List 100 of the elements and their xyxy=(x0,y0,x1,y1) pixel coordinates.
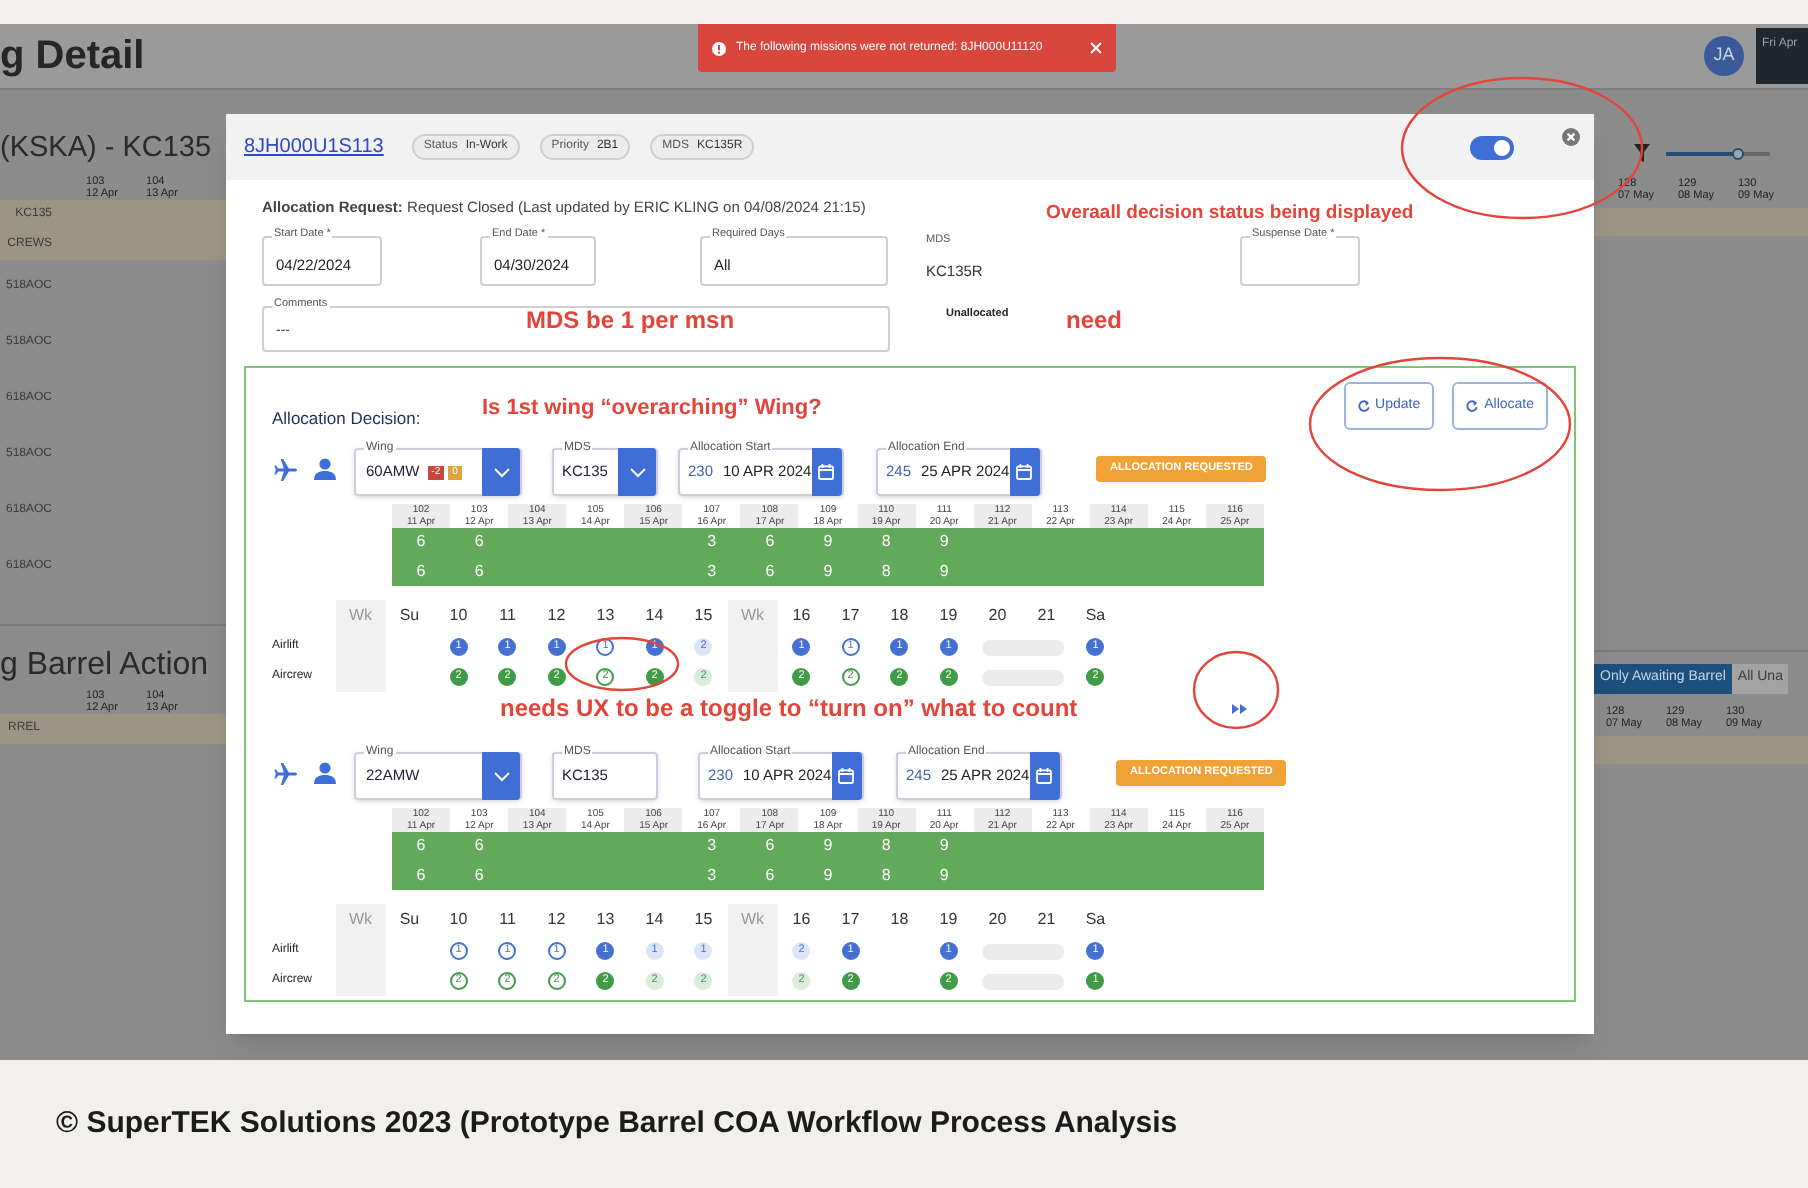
calendar-column-header: 21 xyxy=(1035,908,1058,932)
refresh-icon xyxy=(1357,400,1370,413)
page-title: g Detail xyxy=(0,36,145,76)
chevron-down-icon xyxy=(493,467,509,477)
calendar-column-header: Sa xyxy=(1083,908,1108,932)
calendar-column-header: 17 xyxy=(839,604,862,628)
count-label: 6 xyxy=(416,867,426,884)
calendar-column-header: Wk xyxy=(728,600,777,632)
count-label: 8 xyxy=(881,867,891,884)
calendar-column-header: Wk xyxy=(336,904,385,936)
count-label: 6 xyxy=(416,534,426,551)
count-label: 6 xyxy=(765,534,775,551)
calendar-column-header: 12 xyxy=(545,604,568,628)
close-icon xyxy=(1562,128,1580,146)
calendar-column-header: Sa xyxy=(1083,604,1108,628)
count-label: 6 xyxy=(474,867,484,884)
annotation-note: Overaall decision status being displayed xyxy=(1046,204,1414,223)
count-label: 6 xyxy=(765,838,775,855)
calendar-column-header: 21 xyxy=(1035,604,1058,628)
count-label: 6 xyxy=(416,563,426,580)
calendar-column-header: 14 xyxy=(643,908,666,932)
calendar-column-header: Wk xyxy=(728,904,777,936)
annotation-note: need xyxy=(1066,308,1123,332)
count-label: 6 xyxy=(765,563,775,580)
calendar-column-header: 16 xyxy=(790,604,813,628)
calendar-column-header: 10 xyxy=(447,908,470,932)
calendar-icon xyxy=(838,768,855,784)
dropdown-button[interactable] xyxy=(482,448,520,496)
count-label: 9 xyxy=(823,534,833,551)
slide-caption: © SuperTEK Solutions 2023 (Prototype Barrel COA Workflow Process Analysis xyxy=(56,1103,1178,1144)
calendar-column-header: 13 xyxy=(594,604,617,628)
calendar-column-header: 20 xyxy=(986,604,1009,628)
calendar-column-header: 15 xyxy=(692,908,715,932)
calendar-button[interactable] xyxy=(1029,752,1060,800)
count-label: 6 xyxy=(474,838,484,855)
calendar-column-header: 17 xyxy=(839,908,862,932)
chevron-down-icon xyxy=(629,467,645,477)
calendar-column-header: 20 xyxy=(986,908,1009,932)
calendar-column-header: 11 xyxy=(497,604,518,628)
count-label: 8 xyxy=(881,563,891,580)
count-label: 9 xyxy=(939,838,949,855)
count-label: 3 xyxy=(707,534,717,551)
calendar-icon xyxy=(818,464,835,480)
count-label: 9 xyxy=(939,563,949,580)
calendar-column-header: Su xyxy=(397,908,422,932)
count-label: 6 xyxy=(765,867,775,884)
annotation-note: Is 1st wing “overarching” Wing? xyxy=(482,398,822,420)
airplane-icon xyxy=(274,457,298,481)
annotation-note: MDS be 1 per msn xyxy=(526,308,735,332)
filter-icon xyxy=(1634,144,1650,162)
calendar-column-header: 18 xyxy=(888,908,911,932)
count-label: 8 xyxy=(881,534,891,551)
refresh-icon xyxy=(1466,400,1479,413)
calendar-column-header: 18 xyxy=(888,604,911,628)
calendar-icon xyxy=(1036,768,1053,784)
mission-link[interactable]: 8JH000U1S113 xyxy=(244,132,384,162)
count-label: 9 xyxy=(823,867,833,884)
section-title: (KSKA) - KC135 xyxy=(0,134,212,163)
calendar-button[interactable] xyxy=(831,752,862,800)
annotation-circle xyxy=(564,636,680,692)
count-label: 6 xyxy=(416,838,426,855)
annotation-note: needs UX to be a toggle to “turn on” what to count xyxy=(500,696,1078,720)
calendar-column-header: 14 xyxy=(643,604,666,628)
dropdown-button[interactable] xyxy=(482,752,520,800)
person-icon xyxy=(314,762,336,784)
calendar-button[interactable] xyxy=(1009,448,1040,496)
calendar-column-header: 10 xyxy=(447,604,470,628)
close-icon xyxy=(1090,42,1102,54)
count-label: 9 xyxy=(939,867,949,884)
calendar-icon xyxy=(1016,464,1033,480)
calendar-column-header: 19 xyxy=(937,908,960,932)
calendar-column-header: 12 xyxy=(545,908,568,932)
calendar-column-header: 16 xyxy=(790,908,813,932)
count-label: 6 xyxy=(474,534,484,551)
count-label: 3 xyxy=(707,838,717,855)
calendar-column-header: 11 xyxy=(497,908,518,932)
annotation-circle xyxy=(1192,650,1280,730)
count-label: 6 xyxy=(474,563,484,580)
fast-forward-icon xyxy=(1232,704,1248,714)
count-label: 3 xyxy=(707,563,717,580)
calendar-column-header: Wk xyxy=(336,600,385,632)
calendar-column-header: 19 xyxy=(937,604,960,628)
count-label: 9 xyxy=(939,534,949,551)
count-label: 8 xyxy=(881,838,891,855)
alert-icon xyxy=(712,41,726,55)
airplane-icon xyxy=(274,761,298,785)
count-label: 3 xyxy=(707,867,717,884)
count-label: 9 xyxy=(823,838,833,855)
chevron-down-icon xyxy=(493,771,509,781)
section-title: g Barrel Action xyxy=(0,649,211,681)
panel-title: Allocation Decision: xyxy=(272,406,421,432)
calendar-button[interactable] xyxy=(811,448,842,496)
count-label: 9 xyxy=(823,563,833,580)
toggle-switch[interactable] xyxy=(1470,135,1514,159)
calendar-column-header: 15 xyxy=(692,604,715,628)
person-icon xyxy=(314,458,336,480)
dropdown-button[interactable] xyxy=(618,448,656,496)
calendar-column-header: 13 xyxy=(594,908,617,932)
avatar[interactable]: JA xyxy=(1704,36,1744,76)
calendar-column-header: Su xyxy=(397,604,422,628)
